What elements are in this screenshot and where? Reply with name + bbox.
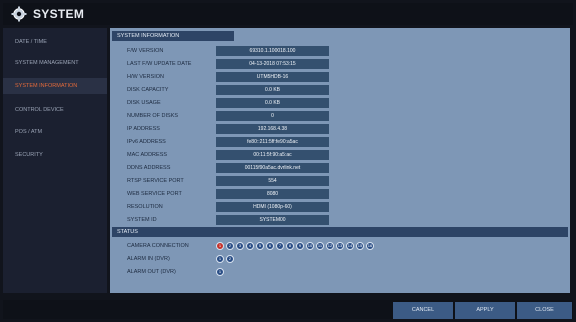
sidebar-item-control-device[interactable]: CONTROL DEVICE xyxy=(3,102,107,118)
row-value: 0 xyxy=(216,111,329,121)
camera-channel-indicator-7: 7 xyxy=(276,242,284,250)
apply-button[interactable]: APPLY xyxy=(455,302,515,319)
window-title: SYSTEM xyxy=(33,7,85,21)
row-label: F/W VERSION xyxy=(127,48,164,54)
system-info-header: SYSTEM INFORMATION xyxy=(112,31,234,41)
alarm-in-indicators: 12 xyxy=(216,254,246,264)
alarm-in-indicator-2: 2 xyxy=(226,255,234,263)
row-value: 00:11:5f:90:a5:ac xyxy=(216,150,329,160)
sidebar-item-security[interactable]: SECURITY xyxy=(3,147,107,163)
row-value: HDMI (1080p-60) xyxy=(216,202,329,212)
camera-channel-indicator-4: 4 xyxy=(246,242,254,250)
sidebar-item-date-time[interactable]: DATE / TIME xyxy=(3,34,107,50)
row-value: 554 xyxy=(216,176,329,186)
row-label: SYSTEM ID xyxy=(127,217,157,223)
camera-channel-indicator-2: 2 xyxy=(226,242,234,250)
row-value: 192.168.4.38 xyxy=(216,124,329,134)
camera-channel-indicator-13: 13 xyxy=(336,242,344,250)
content-panel: SYSTEM INFORMATION F/W VERSION 69310.1.1… xyxy=(110,28,570,293)
alarm-in-indicator-1: 1 xyxy=(216,255,224,263)
camera-channel-indicator-6: 6 xyxy=(266,242,274,250)
camera-channel-indicator-5: 5 xyxy=(256,242,264,250)
row-label: WEB SERVICE PORT xyxy=(127,191,182,197)
camera-channel-indicator-8: 8 xyxy=(286,242,294,250)
camera-channel-indicator-1: 1 xyxy=(216,242,224,250)
row-value: 69310.1.100018.100 xyxy=(216,46,329,56)
camera-connection-indicators: 1 2 3 4 5 6 7 8 9 10 11 12 13 14 15 16 xyxy=(216,241,386,251)
cancel-button[interactable]: CANCEL xyxy=(393,302,453,319)
camera-channel-indicator-12: 12 xyxy=(326,242,334,250)
camera-connection-label: CAMERA CONNECTION xyxy=(127,243,189,249)
row-label: RTSP SERVICE PORT xyxy=(127,178,184,184)
alarm-out-label: ALARM OUT (DVR) xyxy=(127,269,176,275)
camera-channel-indicator-9: 9 xyxy=(296,242,304,250)
row-label: NUMBER OF DISKS xyxy=(127,113,179,119)
row-label: RESOLUTION xyxy=(127,204,163,210)
row-value: fe80::211:5ff:fe90:a5ac xyxy=(216,137,329,147)
row-label: DISK USAGE xyxy=(127,100,161,106)
camera-channel-indicator-16: 16 xyxy=(366,242,374,250)
row-label: LAST F/W UPDATE DATE xyxy=(127,61,192,67)
row-label: IP ADDRESS xyxy=(127,126,160,132)
camera-channel-indicator-10: 10 xyxy=(306,242,314,250)
alarm-in-label: ALARM IN (DVR) xyxy=(127,256,170,262)
sidebar-item-system-management[interactable]: SYSTEM MANAGEMENT xyxy=(3,55,107,71)
row-value: SYSTEM00 xyxy=(216,215,329,225)
row-value: 00115f90a5ac.dvrlink.net xyxy=(216,163,329,173)
title-bar: SYSTEM xyxy=(3,3,573,25)
gear-icon xyxy=(11,6,27,22)
row-label: H/W VERSION xyxy=(127,74,164,80)
alarm-out-indicator-1: 1 xyxy=(216,268,224,276)
row-value: 04-13-2018 07:53:15 xyxy=(216,59,329,69)
row-value: 8080 xyxy=(216,189,329,199)
camera-channel-indicator-15: 15 xyxy=(356,242,364,250)
camera-channel-indicator-14: 14 xyxy=(346,242,354,250)
row-label: DISK CAPACITY xyxy=(127,87,169,93)
alarm-out-indicators: 1 xyxy=(216,267,236,277)
row-label: DDNS ADDRESS xyxy=(127,165,171,171)
camera-channel-indicator-11: 11 xyxy=(316,242,324,250)
system-window: SYSTEM DATE / TIME SYSTEM MANAGEMENT SYS… xyxy=(0,0,576,322)
close-button[interactable]: CLOSE xyxy=(517,302,572,319)
sidebar-item-pos-atm[interactable]: POS / ATM xyxy=(3,124,107,140)
sidebar-item-system-information[interactable]: SYSTEM INFORMATION xyxy=(3,78,107,94)
sidebar: DATE / TIME SYSTEM MANAGEMENT SYSTEM INF… xyxy=(3,28,107,293)
row-label: IPv6 ADDRESS xyxy=(127,139,166,145)
row-label: MAC ADDRESS xyxy=(127,152,168,158)
row-value: UTM5HDB-16 xyxy=(216,72,329,82)
status-header: STATUS xyxy=(112,227,568,237)
row-value: 0.0 KB xyxy=(216,98,329,108)
camera-channel-indicator-3: 3 xyxy=(236,242,244,250)
row-value: 0.0 KB xyxy=(216,85,329,95)
